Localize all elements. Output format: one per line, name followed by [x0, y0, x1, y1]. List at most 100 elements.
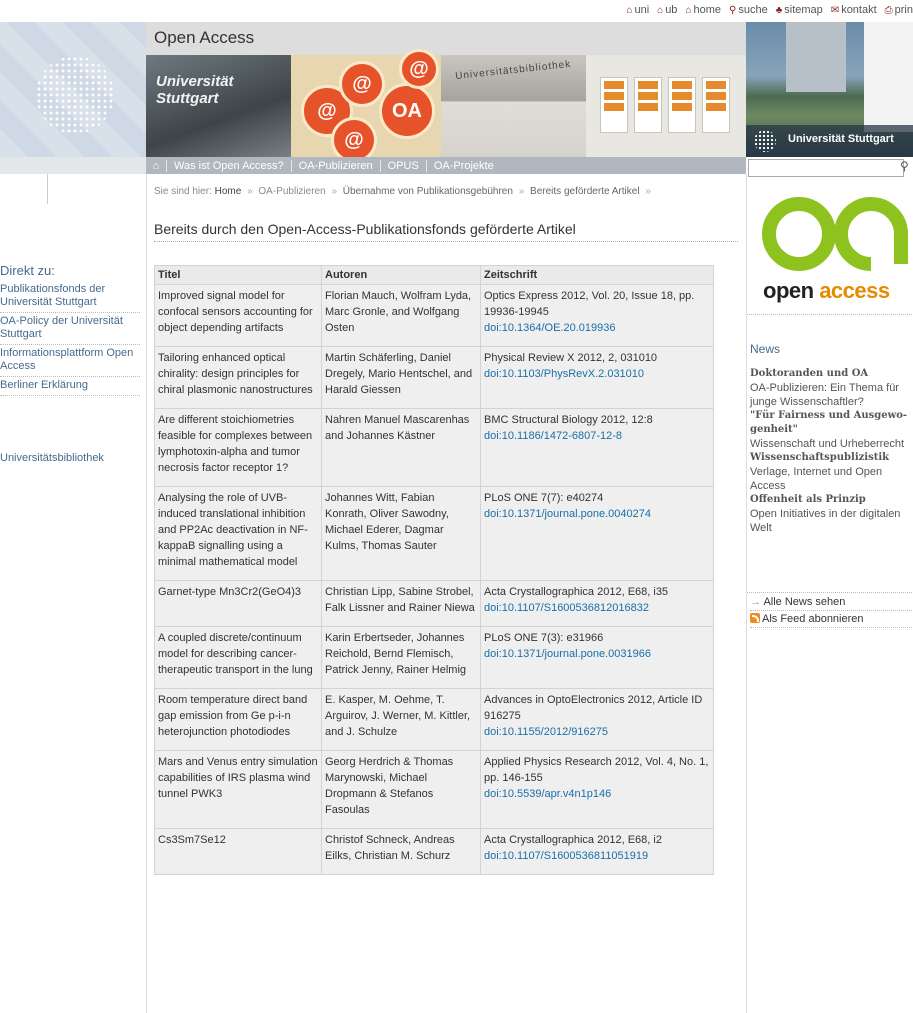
- table-body: Improved signal model for confocal senso…: [154, 284, 714, 875]
- doi-link[interactable]: doi:10.1186/1472-6807-12-8: [484, 430, 622, 442]
- funded-articles-table: Titel Autoren Zeitschrift Improved signa…: [154, 265, 714, 875]
- cell-authors: Martin Schäferling, Daniel Dregely, Mari…: [321, 346, 481, 409]
- doi-link[interactable]: doi:10.1107/S1600536812016832: [484, 602, 649, 614]
- mail-icon: ✉: [830, 4, 840, 16]
- doi-link[interactable]: doi:10.1371/journal.pone.0040274: [484, 508, 651, 520]
- table-row: Garnet-type Mn3Cr2(GeO4)3 Christian Lipp,…: [154, 580, 714, 627]
- news-item-link[interactable]: Verlage, Internet und Open Access: [750, 465, 913, 493]
- sitemap-icon: ♣: [775, 4, 783, 16]
- left-nav-link-berliner-erklaerung[interactable]: Berliner Erklärung: [0, 377, 140, 396]
- cell-journal: Optics Express 2012, Vol. 20, Issue 18, …: [480, 284, 714, 347]
- logo-word-access: access: [819, 278, 890, 303]
- breadcrumb-oa-publizieren[interactable]: OA-Publizieren: [258, 186, 325, 197]
- util-sitemap[interactable]: ♣ sitemap: [776, 4, 823, 16]
- doi-link[interactable]: doi:10.1155/2012/916275: [484, 726, 608, 738]
- util-label: ub: [665, 4, 678, 16]
- utility-bar: ⌂ uni ⌂ ub ⌂ home ⚲ suche ♣ sitemap ✉ kontakt …: [0, 0, 913, 22]
- breadcrumb: Sie sind hier: Home » OA-Publizieren » Ü…: [154, 186, 654, 197]
- nav-item-oa-projekte[interactable]: OA-Projekte: [425, 159, 501, 172]
- util-label: kontakt: [841, 4, 877, 16]
- home-icon[interactable]: ⌂: [146, 160, 166, 172]
- search-icon[interactable]: ⚲: [900, 159, 909, 173]
- news-item-link[interactable]: Wissenschaft und Urheberrecht: [750, 437, 913, 451]
- util-uni[interactable]: ⌂ uni: [626, 4, 649, 16]
- cell-journal: PLoS ONE 7(3): e31966 doi:10.1371/journal…: [480, 626, 714, 689]
- news-item-heading[interactable]: "Für Fairness und Ausgewo-genheit": [750, 409, 913, 437]
- doi-link[interactable]: doi:10.1103/PhysRevX.2.031010: [484, 368, 644, 380]
- journal-citation: PLoS ONE 7(3): e31966: [484, 632, 604, 644]
- left-nav-link-ub[interactable]: Universitätsbibliothek: [0, 450, 140, 468]
- home-icon: ⌂: [685, 4, 692, 16]
- news-item-heading[interactable]: Doktoranden und OA: [750, 367, 913, 381]
- poster: [600, 77, 628, 133]
- journal-citation: Advances in OptoElectronics 2012, Articl…: [484, 694, 703, 722]
- nav-item-oa-publizieren[interactable]: OA-Publizieren: [290, 159, 380, 172]
- badge-icon: @: [331, 117, 377, 157]
- page-title: Bereits durch den Open-Access-Publikatio…: [154, 221, 738, 242]
- cell-journal: Physical Review X 2012, 2, 031010 doi:10.…: [480, 346, 714, 409]
- nav-left-spacer: [0, 157, 146, 174]
- table-header-row: Titel Autoren Zeitschrift: [154, 265, 714, 285]
- breadcrumb-prefix: Sie sind hier:: [154, 186, 212, 197]
- logo-word-open: open: [763, 278, 814, 303]
- left-nav-link-publikationsfonds[interactable]: Publikationsfonds der Universität Stuttg…: [0, 281, 140, 313]
- news-item-heading[interactable]: Wissenschaftspublizistik: [750, 451, 913, 465]
- table-row: Mars and Venus entry simulation capabili…: [154, 750, 714, 829]
- nav-item-was-ist-oa[interactable]: Was ist Open Access?: [166, 159, 291, 172]
- news-item-heading[interactable]: Offenheit als Prinzip: [750, 493, 913, 507]
- cell-authors: Christof Schneck, Andreas Eilks, Christi…: [321, 828, 481, 875]
- left-nav-link-oa-policy[interactable]: OA-Policy der Universität Stuttgart: [0, 313, 140, 345]
- column-header-zeitschrift: Zeitschrift: [480, 265, 714, 285]
- dot-logo-icon: [754, 130, 776, 152]
- home-icon: ⌂: [657, 4, 664, 16]
- table-row: Cs3Sm7Se12 Christof Schneck, Andreas Eilk…: [154, 828, 714, 875]
- cell-journal: BMC Structural Biology 2012, 12:8 doi:10.…: [480, 408, 714, 487]
- util-label: suche: [738, 4, 768, 16]
- util-print[interactable]: ⎙ prin: [885, 4, 913, 16]
- open-access-wordmark: open access: [763, 278, 890, 304]
- news-item-link[interactable]: Open Initiatives in der digitalen Welt: [750, 507, 913, 535]
- feed-link[interactable]: Als Feed abonnieren: [750, 611, 913, 628]
- cell-journal: Acta Crystallographica 2012, E68, i35 doi…: [480, 580, 714, 627]
- util-label: home: [693, 4, 722, 16]
- building-shape: [786, 22, 846, 92]
- journal-citation: Acta Crystallographica 2012, E68, i35: [484, 586, 669, 598]
- badge-icon: OA: [379, 83, 435, 139]
- util-ub[interactable]: ⌂ ub: [657, 4, 677, 16]
- cell-authors: E. Kasper, M. Oehme, T. Arguirov, J. Wer…: [321, 688, 481, 751]
- util-home[interactable]: ⌂ home: [685, 4, 721, 16]
- breadcrumb-current[interactable]: Bereits geförderte Artikel: [530, 186, 640, 197]
- util-label: uni: [634, 4, 650, 16]
- badge-icon: @: [339, 61, 385, 107]
- doi-link[interactable]: doi:10.1371/journal.pone.0031966: [484, 648, 651, 660]
- banner-photo-building: Universität Stuttgart: [146, 55, 291, 157]
- util-kontakt[interactable]: ✉ kontakt: [831, 4, 877, 16]
- doi-link[interactable]: doi:10.1364/OE.20.019936: [484, 322, 616, 334]
- table-row: Are different stoichiometries feasible f…: [154, 408, 714, 487]
- table-row: Improved signal model for confocal senso…: [154, 284, 714, 347]
- open-access-logo-icon[interactable]: [761, 194, 911, 274]
- news-item-link[interactable]: OA-Publizieren: Ein Thema für junge Wiss…: [750, 381, 913, 409]
- header-photo-campus: Universität Stuttgart: [746, 22, 913, 157]
- left-nav-link-informationsplattform[interactable]: Informationsplattform Open Access: [0, 345, 140, 377]
- all-news-link[interactable]: → Alle News sehen: [750, 594, 913, 611]
- journal-citation: Optics Express 2012, Vol. 20, Issue 18, …: [484, 290, 695, 318]
- divider: [146, 174, 147, 1013]
- university-wordmark: Universität Stuttgart: [746, 125, 913, 157]
- breadcrumb-publikationsgebuehren[interactable]: Übernahme von Publikationsgebühren: [343, 186, 513, 197]
- cell-title: Cs3Sm7Se12: [154, 828, 322, 875]
- journal-citation: Acta Crystallographica 2012, E68, i2: [484, 834, 662, 846]
- university-logo[interactable]: [0, 22, 146, 157]
- journal-citation: BMC Structural Biology 2012, 12:8: [484, 414, 653, 426]
- university-name: Universität Stuttgart: [788, 133, 894, 145]
- doi-link[interactable]: doi:10.1107/S1600536811051919: [484, 850, 648, 862]
- breadcrumb-home[interactable]: Home: [215, 186, 242, 197]
- nav-item-opus[interactable]: OPUS: [379, 159, 426, 172]
- divider: [47, 174, 48, 204]
- util-suche[interactable]: ⚲ suche: [729, 4, 768, 16]
- cell-title: Are different stoichiometries feasible f…: [154, 408, 322, 487]
- cell-authors: Georg Herdrich & Thomas Marynowski, Mich…: [321, 750, 481, 829]
- cell-title: Room temperature direct band gap emissio…: [154, 688, 322, 751]
- doi-link[interactable]: doi:10.5539/apr.v4n1p146: [484, 788, 611, 800]
- cell-authors: Nahren Manuel Mascarenhas and Johannes K…: [321, 408, 481, 487]
